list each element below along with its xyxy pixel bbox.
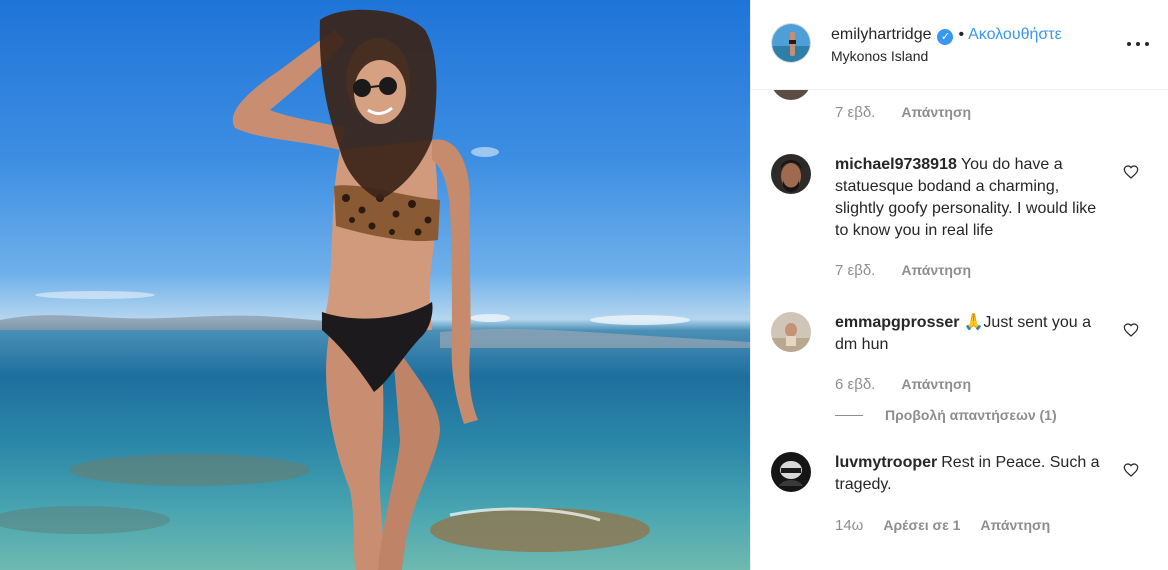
reply-button[interactable]: Απάντηση [901,104,971,121]
more-options-icon[interactable] [1127,40,1149,48]
commenter-username[interactable]: emmapgprosser [835,314,960,331]
commenter-avatar[interactable] [771,452,811,492]
replies-divider-line [835,414,863,416]
previous-comment-avatar[interactable] [771,90,811,100]
heart-icon[interactable] [1123,462,1139,478]
reply-button[interactable]: Απάντηση [901,376,971,393]
separator-dot: • [958,26,965,43]
follow-button[interactable]: Ακολουθήστε [968,26,1062,43]
heart-icon[interactable] [1123,164,1139,180]
previous-comment-meta: 7 εβδ. Απάντηση [835,104,971,121]
author-avatar[interactable] [771,23,811,63]
post-location[interactable]: Mykonos Island [831,48,928,64]
commenter-avatar[interactable] [771,312,811,352]
praying-hands-icon: 🙏 [963,314,984,331]
comment-text: luvmytrooper Rest in Peace. Such a traged… [835,452,1107,496]
author-username[interactable]: emilyhartridge [831,26,931,43]
post-photo-illustration [0,9,750,570]
comment-time[interactable]: 14ω [835,517,863,534]
view-replies-button[interactable]: Προβολή απαντήσεων (1) [835,407,1057,423]
verified-badge-icon: ✓ [937,29,954,45]
comment-time[interactable]: 7 εβδ. [835,104,875,121]
comment-meta: 14ω Αρέσει σε 1 Απάντηση [835,517,1050,534]
comment-text: emmapgprosser 🙏Just sent you a dm hun [835,312,1107,356]
post-photo[interactable] [0,0,750,570]
comment-meta: 7 εβδ. Απάντηση [835,262,971,279]
comment-text: michael9738918 You do have a statuesque b… [835,154,1107,242]
comments-list[interactable]: 7 εβδ. Απάντηση michael9738918 You do hav… [751,90,1168,570]
comments-panel: emilyhartridge ✓ • Ακολουθήστε Mykonos Isla… [750,0,1168,570]
author-line: emilyhartridge ✓ • Ακολουθήστε [831,26,1062,45]
commenter-username[interactable]: michael9738918 [835,156,957,173]
post-header: emilyhartridge ✓ • Ακολουθήστε Mykonos Isla… [751,0,1168,90]
commenter-username[interactable]: luvmytrooper [835,454,937,471]
reply-button[interactable]: Απάντηση [980,517,1050,534]
commenter-avatar[interactable] [771,154,811,194]
comment-meta: 6 εβδ. Απάντηση [835,376,971,393]
comment-time[interactable]: 7 εβδ. [835,262,875,279]
heart-icon[interactable] [1123,322,1139,338]
comment-time[interactable]: 6 εβδ. [835,376,875,393]
reply-button[interactable]: Απάντηση [901,262,971,279]
likes-count[interactable]: Αρέσει σε 1 [883,517,960,534]
view-replies-label: Προβολή απαντήσεων (1) [885,407,1057,423]
